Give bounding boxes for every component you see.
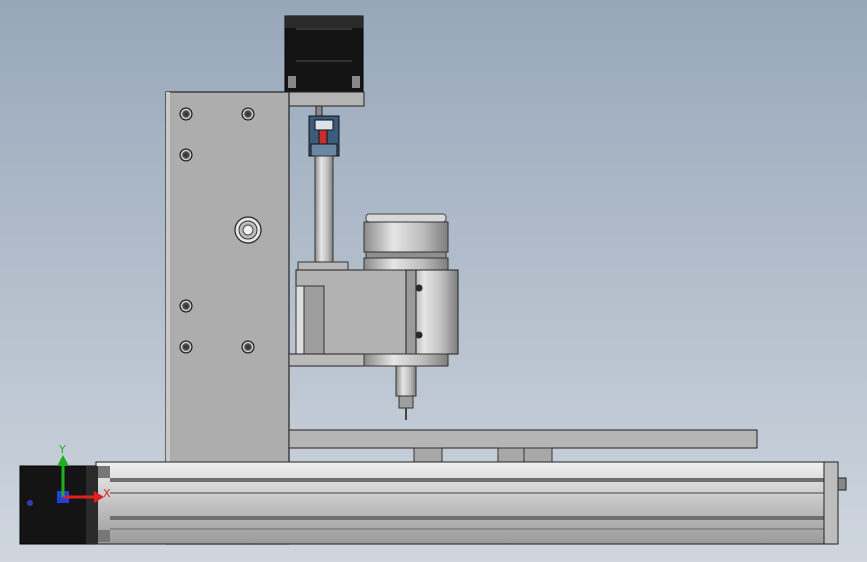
bolt [241,107,255,121]
bolt [241,340,255,354]
y-axis-label: Y [58,443,66,456]
base-rail [95,461,847,545]
z-lead-screw [314,155,334,263]
x-axis-label: X [103,487,111,500]
bolt [179,107,193,121]
bolt [179,148,193,162]
bolt [179,299,193,313]
cad-viewport[interactable]: Y X [0,0,867,562]
z-motor-mount-plate [288,91,365,107]
z-stepper-motor [284,15,364,93]
cnc-assembly-drawing: Y X [0,0,867,562]
z-carriage [288,261,417,367]
bearing [234,216,262,244]
bolt [179,340,193,354]
x-stepper-motor [19,465,110,545]
